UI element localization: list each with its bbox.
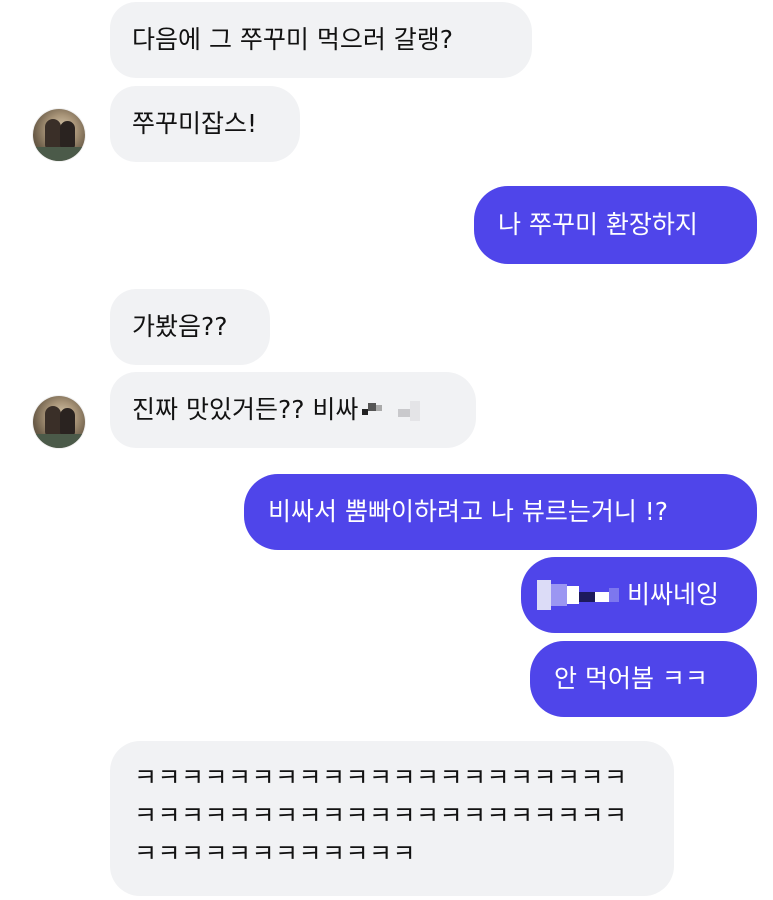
contact-avatar[interactable] [33, 396, 85, 448]
message-bubble-incoming[interactable]: 가봤음?? [110, 289, 270, 365]
message-text-line: ㅋㅋㅋㅋㅋㅋㅋㅋㅋㅋㅋㅋㅋㅋㅋㅋㅋㅋㅋㅋㅋ [134, 801, 628, 830]
message-bubble-outgoing[interactable]: 비싸네잉 [521, 557, 757, 633]
avatar-photo-ground [33, 147, 85, 161]
avatar-photo-figure [60, 408, 75, 436]
message-text: 쭈꾸미잡스! [132, 109, 258, 138]
pixelated-censor [362, 395, 432, 425]
message-text: 다음에 그 쭈꾸미 먹으러 갈랭? [132, 25, 454, 54]
message-text: 가봤음?? [132, 312, 228, 341]
avatar-photo-figure [60, 121, 75, 149]
message-text: 비싸서 뿜빠이하려고 나 뷰르는거니 !? [268, 497, 669, 526]
message-text-line: ㅋㅋㅋㅋㅋㅋㅋㅋㅋㅋㅋㅋ [134, 839, 417, 868]
message-bubble-incoming[interactable]: 쭈꾸미잡스! [110, 86, 300, 162]
message-text: 진짜 맛있거든?? 비싸 [132, 395, 359, 424]
message-bubble-outgoing[interactable]: 비싸서 뿜빠이하려고 나 뷰르는거니 !? [244, 474, 757, 550]
message-bubble-incoming[interactable]: 다음에 그 쭈꾸미 먹으러 갈랭? [110, 2, 532, 78]
contact-avatar[interactable] [33, 109, 85, 161]
message-text: 안 먹어봄 ㅋㅋ [554, 664, 708, 693]
message-bubble-incoming[interactable]: ㅋㅋㅋㅋㅋㅋㅋㅋㅋㅋㅋㅋㅋㅋㅋㅋㅋㅋㅋㅋㅋ ㅋㅋㅋㅋㅋㅋㅋㅋㅋㅋㅋㅋㅋㅋㅋㅋㅋㅋ… [110, 741, 674, 896]
message-bubble-incoming[interactable]: 진짜 맛있거든?? 비싸 [110, 372, 476, 448]
avatar-photo-figure [45, 406, 61, 436]
avatar-photo-figure [45, 119, 61, 149]
pixelated-censor [537, 580, 621, 610]
message-text-line: ㅋㅋㅋㅋㅋㅋㅋㅋㅋㅋㅋㅋㅋㅋㅋㅋㅋㅋㅋㅋㅋ [134, 763, 628, 792]
message-bubble-outgoing[interactable]: 나 쭈꾸미 환장하지 [474, 186, 757, 264]
chat-thread: 다음에 그 쭈꾸미 먹으러 갈랭? 쭈꾸미잡스! 나 쭈꾸미 환장하지 가봤음?… [0, 0, 773, 900]
avatar-photo-ground [33, 434, 85, 448]
message-text: 비싸네잉 [627, 580, 720, 609]
message-bubble-outgoing[interactable]: 안 먹어봄 ㅋㅋ [530, 641, 757, 717]
message-text: 나 쭈꾸미 환장하지 [498, 210, 698, 239]
